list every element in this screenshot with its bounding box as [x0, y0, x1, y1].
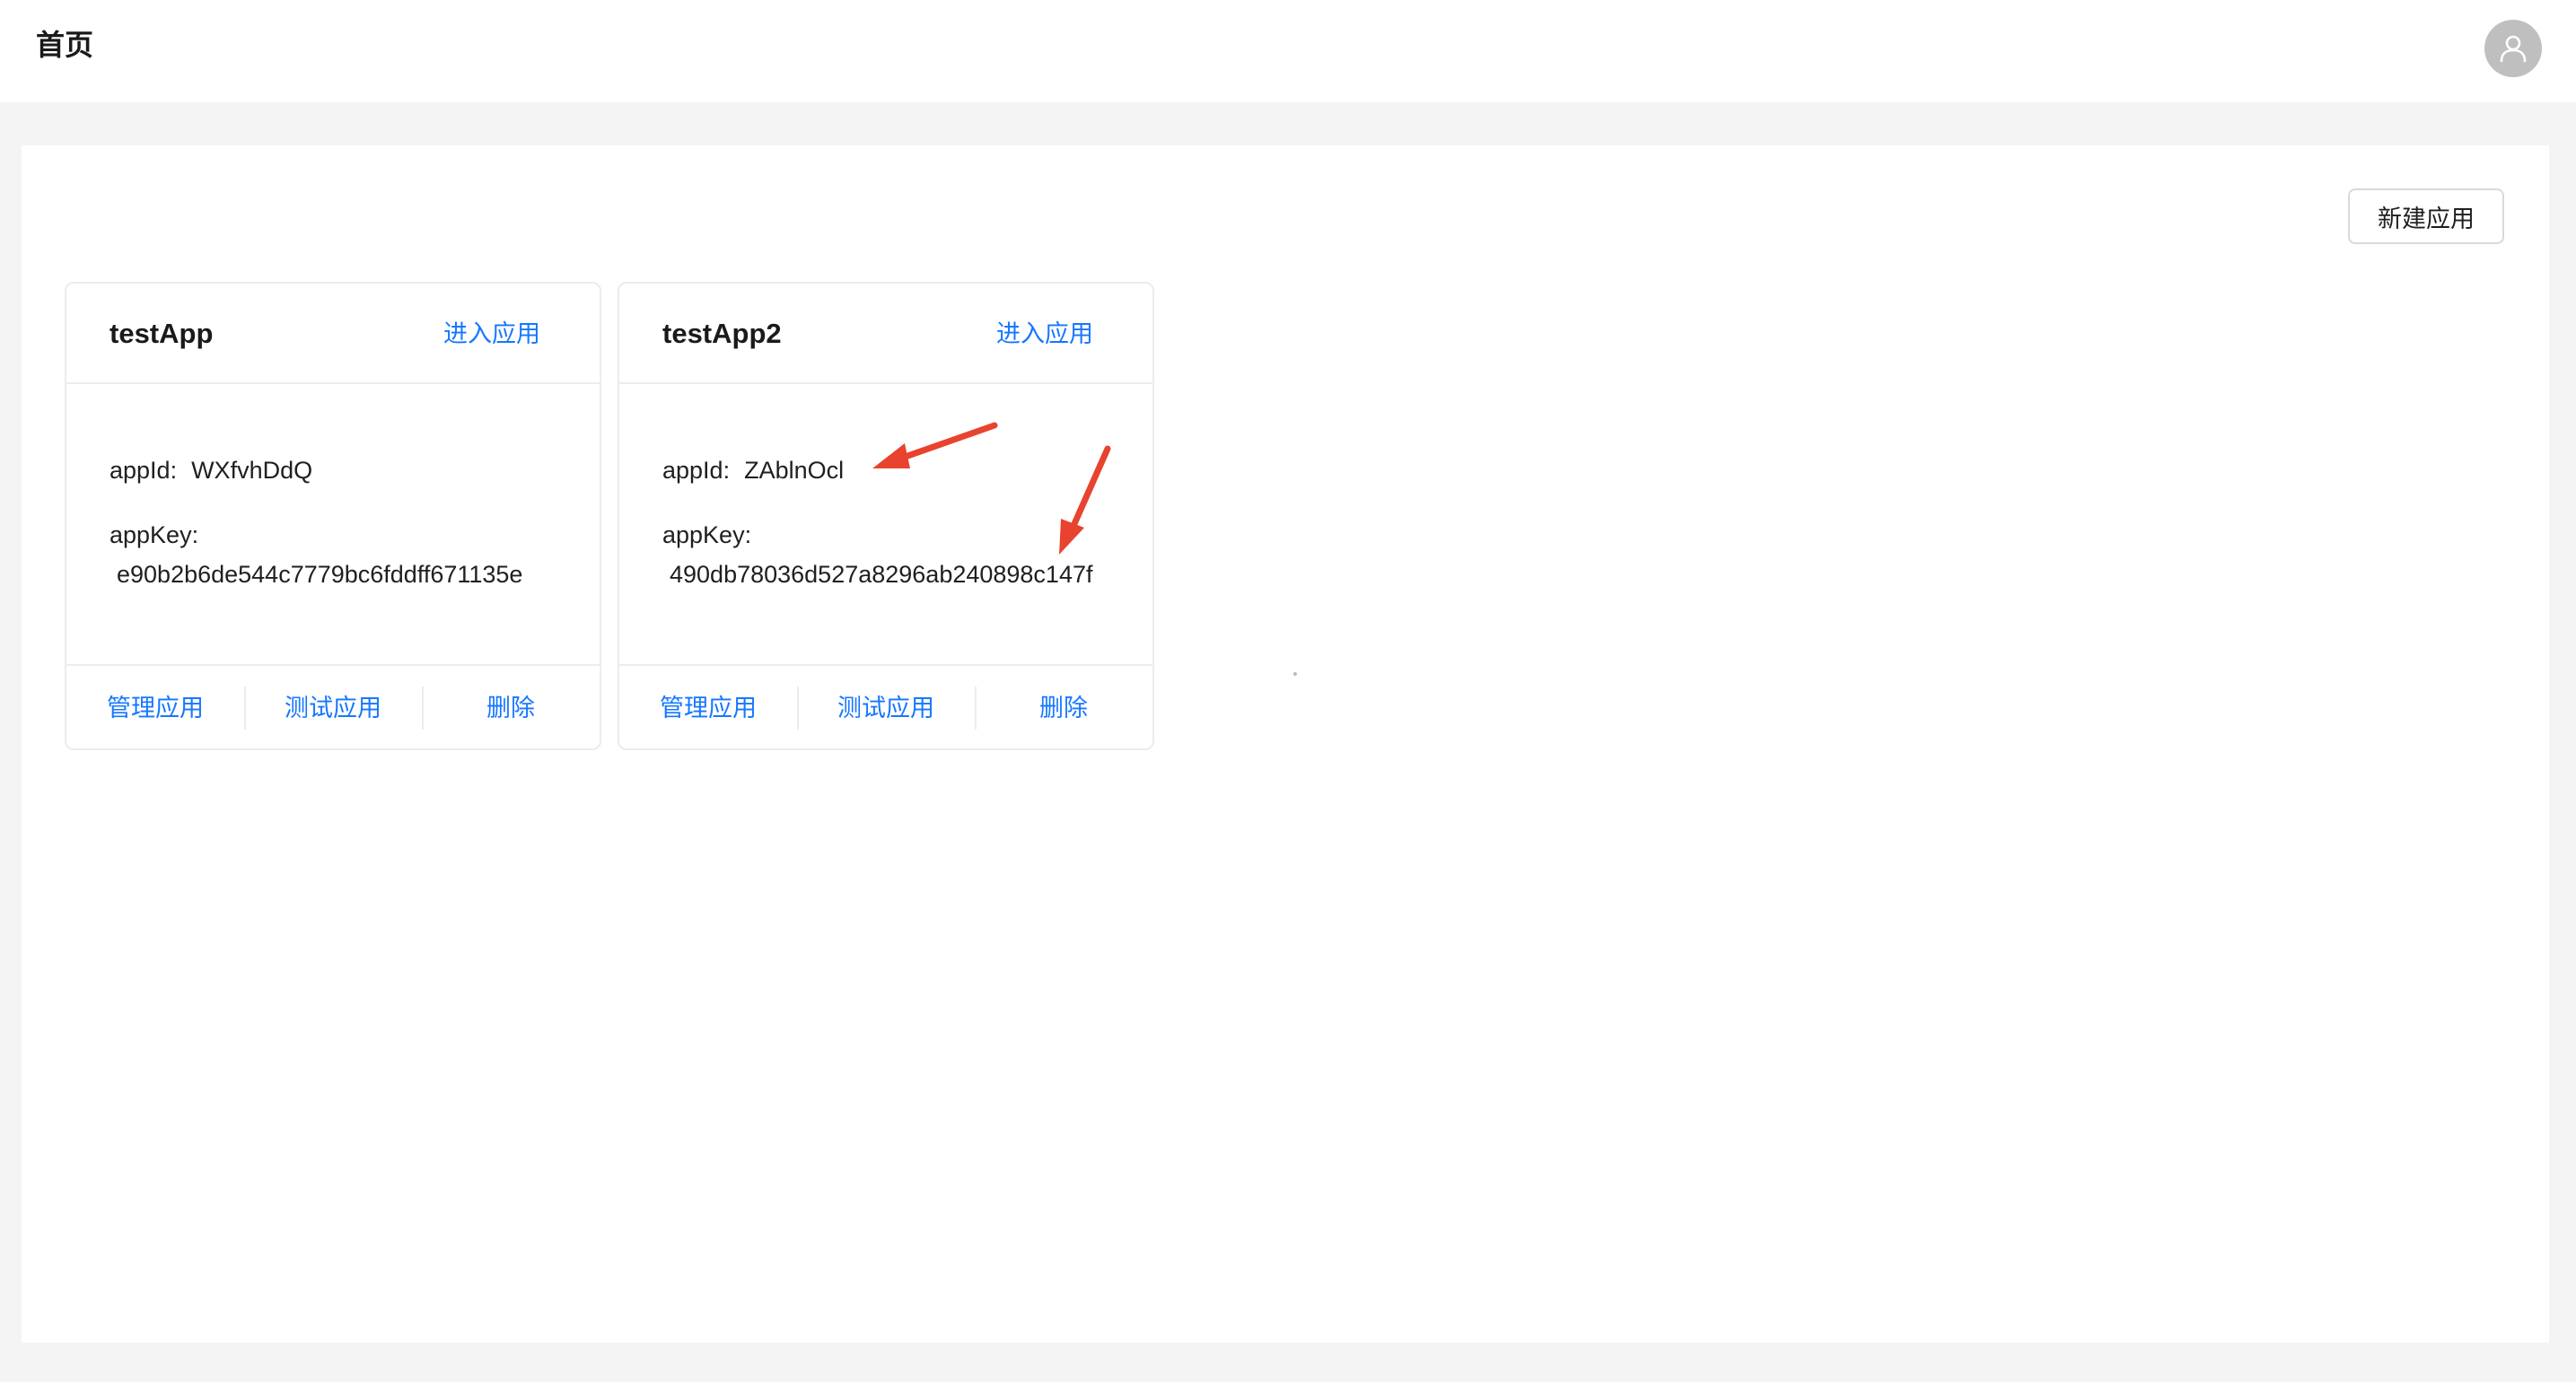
delete-app-button[interactable]: 删除 — [975, 687, 1152, 730]
appkey-value: 490db78036d527a8296ab240898c147f — [670, 561, 1093, 588]
card-actions: 管理应用 测试应用 删除 — [619, 664, 1152, 750]
page-title: 首页 — [36, 29, 94, 61]
appid-label: appId: — [662, 457, 731, 484]
stray-dot — [1293, 672, 1297, 676]
top-header: 首页 — [0, 0, 2576, 102]
appid-value: WXfvhDdQ — [191, 457, 313, 484]
card-actions: 管理应用 测试应用 删除 — [66, 664, 600, 750]
user-icon — [2500, 35, 2527, 63]
new-app-button[interactable]: 新建应用 — [2348, 188, 2504, 244]
card-body: appId: ZAblnOcl appKey: 490db78036d527a82… — [662, 454, 1093, 590]
appkey-label: appKey: — [662, 521, 752, 548]
enter-app-link[interactable]: 进入应用 — [996, 316, 1093, 352]
appkey-label: appKey: — [110, 521, 199, 548]
test-app-button[interactable]: 测试应用 — [797, 687, 975, 730]
card-header: testApp 进入应用 — [66, 284, 600, 384]
manage-app-button[interactable]: 管理应用 — [619, 690, 797, 726]
manage-app-button[interactable]: 管理应用 — [66, 690, 244, 726]
appid-label: appId: — [110, 457, 178, 484]
app-name: testApp — [110, 318, 214, 349]
appid-value: ZAblnOcl — [744, 457, 845, 484]
card-body: appId: WXfvhDdQ appKey: e90b2b6de544c7779… — [110, 454, 522, 590]
avatar[interactable] — [2484, 20, 2542, 77]
delete-app-button[interactable]: 删除 — [422, 687, 600, 730]
card-header: testApp2 进入应用 — [619, 284, 1152, 384]
app-name: testApp2 — [662, 318, 782, 349]
app-card: testApp2 进入应用 appId: ZAblnOcl appKey: 490… — [618, 282, 1154, 750]
enter-app-link[interactable]: 进入应用 — [443, 316, 540, 352]
app-card: testApp 进入应用 appId: WXfvhDdQ appKey: e90b… — [65, 282, 601, 750]
test-app-button[interactable]: 测试应用 — [244, 687, 422, 730]
appkey-value: e90b2b6de544c7779bc6fddff671135e — [117, 561, 523, 588]
